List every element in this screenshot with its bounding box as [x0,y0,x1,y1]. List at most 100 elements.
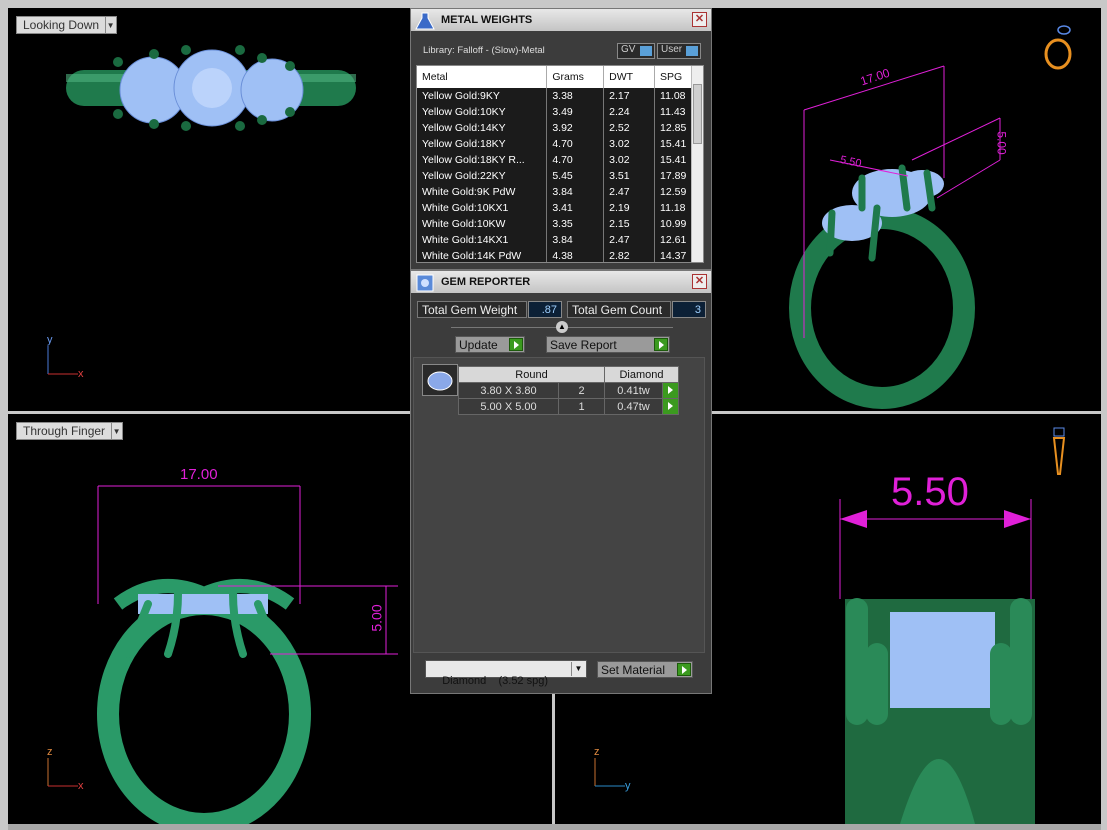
close-icon[interactable]: ✕ [692,274,707,289]
table-cell: White Gold:14KX1 [417,232,548,248]
ring-icon[interactable] [1040,20,1080,70]
axis-y-label: y [625,780,631,792]
table-row[interactable]: White Gold:10KX1 3.41 2.19 11.18 [417,200,693,216]
col-header[interactable]: Metal [417,66,548,88]
table-header: Metal Grams DWT SPG [417,66,693,88]
panel-title: GEM REPORTER [441,276,531,288]
gem-row[interactable]: 3.80 X 3.80 2 0.41tw [458,382,679,399]
toggle-gv[interactable]: GV [617,43,655,59]
table-cell: 11.43 [654,104,693,120]
panel-title: METAL WEIGHTS [441,14,533,26]
table-row[interactable]: White Gold:14K PdW 4.38 2.82 14.37 [417,248,693,262]
update-button[interactable]: Update [455,336,525,353]
gem-shape-header: Round [458,366,605,383]
table-row[interactable]: White Gold:9K PdW 3.84 2.47 12.59 [417,184,693,200]
close-icon[interactable]: ✕ [692,12,707,27]
table-cell: 2.52 [603,120,656,136]
chevron-down-icon[interactable]: ▼ [111,423,121,439]
axis-x-label: x [78,780,84,792]
gem-count: 1 [558,398,605,415]
library-label: Library: Falloff - (Slow)-Metal [423,45,545,56]
toggle-user[interactable]: User [657,43,701,59]
table-cell: 3.02 [603,152,656,168]
set-material-button[interactable]: Set Material [597,661,693,678]
table-cell: 3.51 [603,168,656,184]
table-cell: 3.84 [546,184,605,200]
chevron-down-icon[interactable]: ▼ [571,662,585,676]
axis-gizmo: z y [591,746,641,794]
table-cell: 2.47 [603,184,656,200]
table-row[interactable]: White Gold:10KW 3.35 2.15 10.99 [417,216,693,232]
table-cell: 17.89 [654,168,693,184]
table-row[interactable]: Yellow Gold:18KY 4.70 3.02 15.41 [417,136,693,152]
table-cell: 2.15 [603,216,656,232]
gem-weight: 0.47tw [604,398,663,415]
play-icon[interactable] [662,382,679,399]
table-cell: 4.70 [546,152,605,168]
table-cell: 3.38 [546,88,605,104]
table-cell: Yellow Gold:9KY [417,88,548,104]
gem-row[interactable]: 5.00 X 5.00 1 0.47tw [458,398,679,415]
gem-reporter-titlebar[interactable]: GEM REPORTER ✕ [411,271,711,293]
table-scrollbar[interactable] [691,66,703,262]
viewport-top-right[interactable]: 17.00 5.00 5.50 [712,8,1101,411]
gem-type-header: Diamond [604,366,679,383]
table-cell: 12.59 [654,184,693,200]
table-cell: 4.70 [546,136,605,152]
gem-list[interactable]: Round Diamond 3.80 X 3.80 2 0.41tw 5.00 X 5… [413,357,705,653]
flask-icon [415,12,435,30]
axis-gizmo: y x [44,334,94,380]
viewport-label-through-finger[interactable]: Through Finger ▼ [16,422,124,440]
viewport-top-left[interactable]: Looking Down ▼ y x [8,8,410,411]
gem-reporter-panel[interactable]: GEM REPORTER ✕ Total Gem Weight .87 Tota… [410,270,712,694]
table-cell: 3.35 [546,216,605,232]
table-row[interactable]: Yellow Gold:14KY 3.92 2.52 12.85 [417,120,693,136]
collapse-icon[interactable]: ▲ [556,321,568,333]
material-select[interactable]: Diamond (3.52 spg) ▼ [425,660,587,687]
table-row[interactable]: Yellow Gold:9KY 3.38 2.17 11.08 [417,88,693,104]
table-cell: 15.41 [654,136,693,152]
table-cell: 14.37 [654,248,693,262]
table-cell: 11.18 [654,200,693,216]
dimension-5: 5.00 [368,604,385,632]
axis-x-label: x [78,368,84,380]
table-row[interactable]: Yellow Gold:10KY 3.49 2.24 11.43 [417,104,693,120]
axis-z-label: z [47,746,53,758]
table-cell: Yellow Gold:14KY [417,120,548,136]
axis-z-label: z [594,746,600,758]
table-row[interactable]: Yellow Gold:22KY 5.45 3.51 17.89 [417,168,693,184]
table-cell: 12.61 [654,232,693,248]
axis-gizmo: z x [44,746,94,792]
scroll-thumb[interactable] [693,84,702,144]
play-icon[interactable] [662,398,679,415]
table-cell: 3.92 [546,120,605,136]
viewport-label-looking-down[interactable]: Looking Down ▼ [16,16,118,34]
table-cell: Yellow Gold:18KY [417,136,548,152]
col-header[interactable]: SPG [654,66,693,88]
metal-weights-titlebar[interactable]: METAL WEIGHTS ✕ [411,9,711,31]
table-cell: White Gold:14K PdW [417,248,548,262]
table-cell: 2.19 [603,200,656,216]
chevron-down-icon[interactable]: ▼ [105,17,115,33]
table-cell: Yellow Gold:18KY R... [417,152,548,168]
table-row[interactable]: White Gold:14KX1 3.84 2.47 12.61 [417,232,693,248]
total-gem-count-value: 3 [672,301,706,318]
metal-table[interactable]: Metal Grams DWT SPG Yellow Gold:9KY 3.38 2… [416,65,704,263]
pendant-icon[interactable] [1049,426,1069,478]
table-cell: 4.38 [546,248,605,262]
table-cell: 15.41 [654,152,693,168]
table-cell: 2.82 [603,248,656,262]
table-cell: White Gold:10KX1 [417,200,548,216]
table-cell: 5.45 [546,168,605,184]
col-header[interactable]: DWT [603,66,656,88]
table-row[interactable]: Yellow Gold:18KY R... 4.70 3.02 15.41 [417,152,693,168]
metal-weights-panel[interactable]: METAL WEIGHTS ✕ Library: Falloff - (Slow… [410,8,712,270]
col-header[interactable]: Grams [546,66,605,88]
gem-thumbnail[interactable] [422,364,458,396]
table-cell: White Gold:10KW [417,216,548,232]
axis-y-label: y [47,334,53,346]
table-cell: 3.49 [546,104,605,120]
gem-weight: 0.41tw [604,382,663,399]
table-cell: Yellow Gold:10KY [417,104,548,120]
save-report-button[interactable]: Save Report [546,336,670,353]
